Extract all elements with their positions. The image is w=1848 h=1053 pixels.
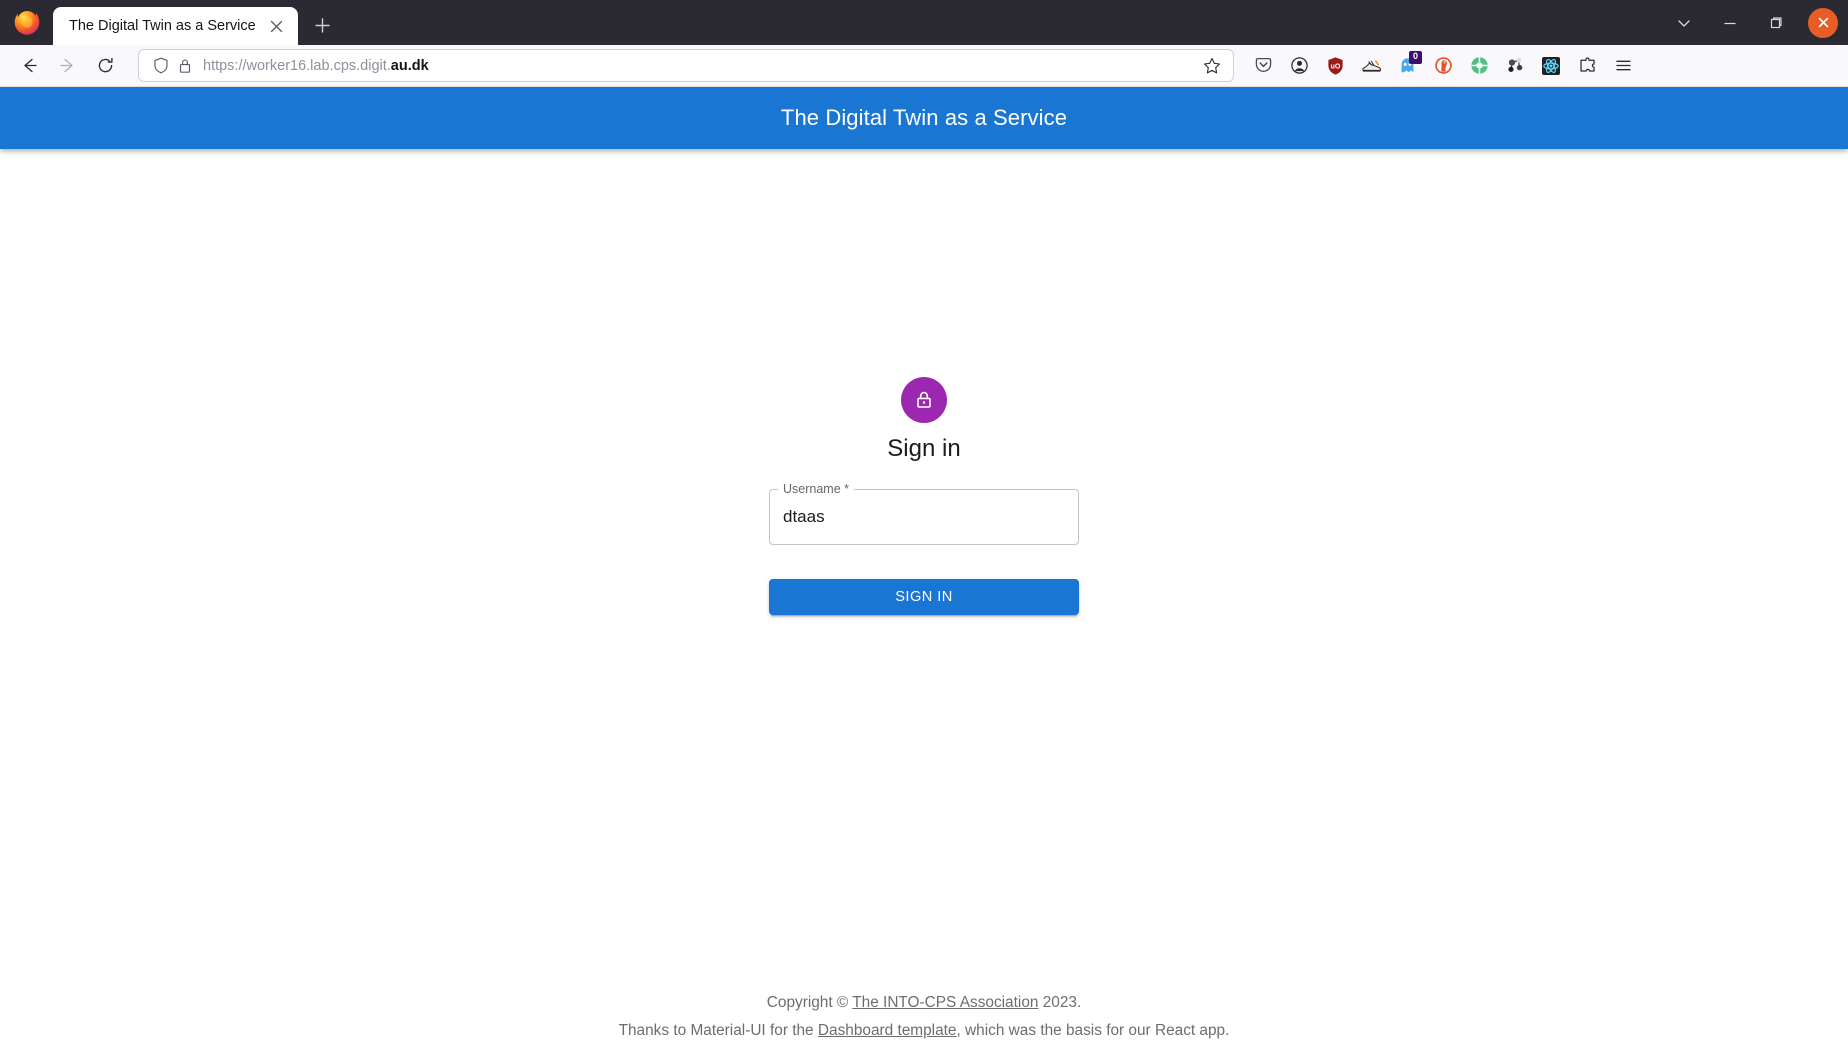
copyright-suffix: 2023.	[1038, 994, 1082, 1011]
account-icon[interactable]	[1282, 50, 1316, 82]
lock-icon	[901, 377, 947, 423]
forward-arrow-icon[interactable]	[48, 50, 86, 82]
credits-prefix: Thanks to Material-UI for the	[618, 1022, 818, 1039]
react-devtools-icon[interactable]	[1534, 50, 1568, 82]
shield-icon[interactable]	[149, 56, 173, 76]
back-arrow-icon[interactable]	[10, 50, 48, 82]
url-prefix: https://worker16.lab.cps.digit.	[203, 57, 391, 74]
pocket-icon[interactable]	[1246, 50, 1280, 82]
into-cps-association-link[interactable]: The INTO-CPS Association	[852, 994, 1038, 1011]
ublock-origin-icon[interactable]: uO	[1318, 50, 1352, 82]
app-title: The Digital Twin as a Service	[780, 105, 1068, 130]
page-viewport: The Digital Twin as a Service Sign in Us…	[0, 87, 1848, 1053]
sneaker-icon[interactable]	[1354, 50, 1388, 82]
dashboard-template-link[interactable]: Dashboard template	[818, 1022, 957, 1039]
reload-icon[interactable]	[86, 50, 124, 82]
tab-strip: The Digital Twin as a Service	[50, 0, 1662, 45]
extensions-tray: uO 0	[1246, 50, 1640, 82]
username-input[interactable]	[769, 488, 1079, 545]
page-footer: Copyright © The INTO-CPS Association 202…	[0, 989, 1848, 1045]
tab-close-icon[interactable]	[266, 15, 288, 37]
green-circle-icon[interactable]	[1462, 50, 1496, 82]
credits-suffix: , which was the basis for our React app.	[956, 1022, 1230, 1039]
copyright-prefix: Copyright ©	[766, 994, 853, 1011]
window-controls	[1662, 0, 1848, 45]
url-domain: au.dk	[390, 57, 429, 74]
username-field[interactable]: Username *	[769, 480, 1079, 545]
list-all-tabs-button[interactable]	[1662, 3, 1706, 43]
molecule-icon[interactable]	[1498, 50, 1532, 82]
browser-tab-active[interactable]: The Digital Twin as a Service	[53, 7, 298, 45]
copyright-line: Copyright © The INTO-CPS Association 202…	[0, 989, 1848, 1017]
signin-form: Sign in Username * SIGN IN	[769, 377, 1079, 615]
browser-titlebar: The Digital Twin as a Service	[0, 0, 1848, 45]
ghostery-badge-count: 0	[1409, 50, 1422, 64]
page-content: Sign in Username * SIGN IN Copyright © T…	[0, 149, 1848, 1053]
new-tab-button[interactable]	[306, 8, 340, 42]
firefox-logo-icon	[12, 8, 42, 38]
close-window-button[interactable]	[1808, 7, 1838, 38]
duckduckgo-icon[interactable]	[1426, 50, 1460, 82]
hamburger-menu-icon[interactable]	[1606, 50, 1640, 82]
browser-window: The Digital Twin as a Service https://wo…	[0, 0, 1848, 1053]
star-icon[interactable]	[1199, 53, 1225, 79]
puzzle-piece-icon[interactable]	[1570, 50, 1604, 82]
tab-title: The Digital Twin as a Service	[69, 18, 256, 34]
address-bar[interactable]: https://worker16.lab.cps.digit.au.dk	[138, 49, 1234, 82]
app-header-bar: The Digital Twin as a Service	[0, 87, 1848, 149]
browser-navigation-toolbar: https://worker16.lab.cps.digit.au.dk uO …	[0, 45, 1848, 87]
minimize-button[interactable]	[1708, 3, 1752, 43]
address-bar-url[interactable]: https://worker16.lab.cps.digit.au.dk	[203, 58, 1199, 74]
sign-in-button[interactable]: SIGN IN	[769, 578, 1079, 615]
svg-text:uO: uO	[1330, 63, 1340, 70]
credits-line: Thanks to Material-UI for the Dashboard …	[0, 1017, 1848, 1045]
ghostery-icon[interactable]: 0	[1390, 50, 1424, 82]
page-title: Sign in	[887, 435, 961, 462]
maximize-button[interactable]	[1754, 3, 1798, 43]
padlock-icon[interactable]	[173, 56, 197, 76]
